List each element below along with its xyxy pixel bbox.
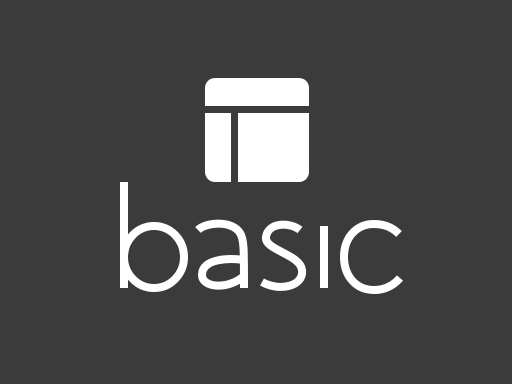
brand-wordmark: basic <box>120 182 404 294</box>
splash-screen: basic <box>0 0 512 384</box>
layout-grid-icon <box>205 78 309 182</box>
